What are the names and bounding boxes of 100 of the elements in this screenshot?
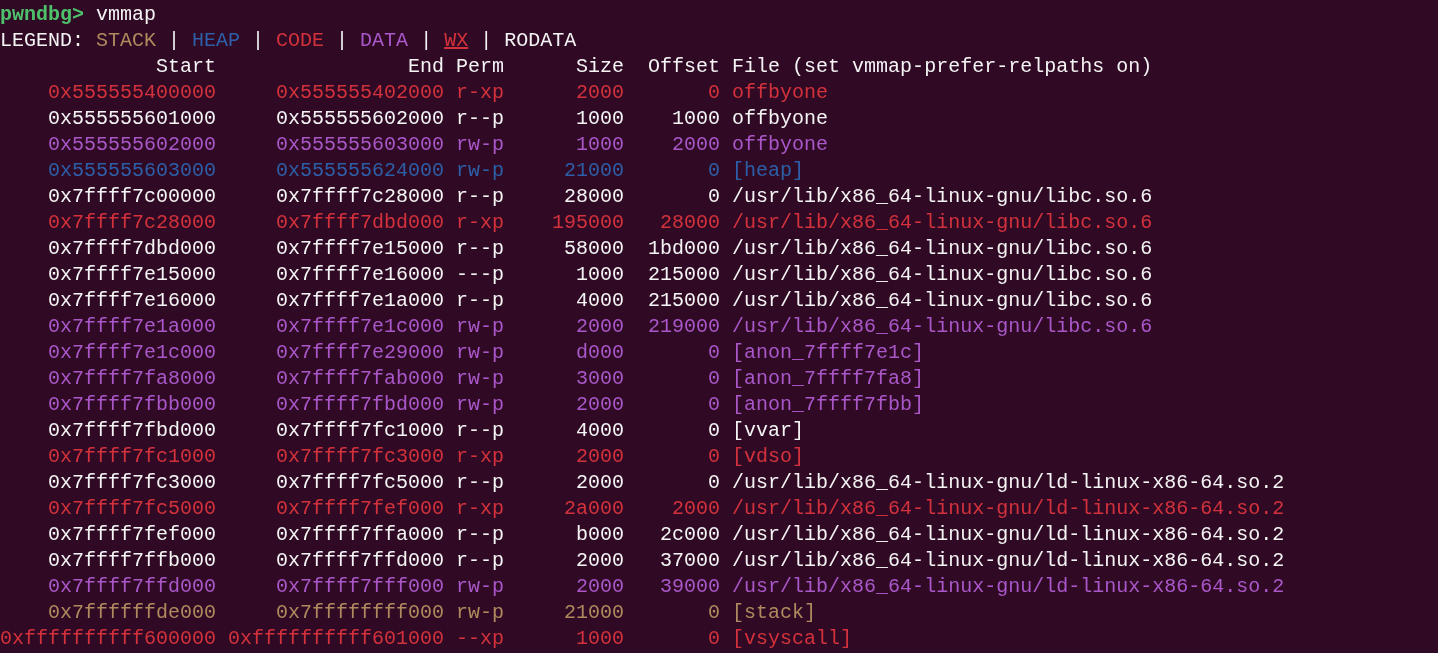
file-path: /usr/lib/x86_64-linux-gnu/ld-linux-x86-64.so.2 [732, 522, 1285, 548]
legend-separator: | [168, 28, 181, 54]
permissions: r--p [456, 548, 506, 574]
offset-value: 0 [707, 470, 721, 496]
end-address: 0x7ffff7c28000 [275, 184, 445, 210]
start-address: 0x7ffff7e1a000 [47, 314, 217, 340]
legend-label: LEGEND: [0, 28, 84, 54]
offset-value: 0 [707, 366, 721, 392]
permissions: r-xp [456, 496, 506, 522]
end-address: 0x7ffff7dbd000 [275, 210, 445, 236]
offset-value: 215000 [647, 288, 721, 314]
size-value: 2000 [575, 314, 625, 340]
size-value: 58000 [563, 236, 625, 262]
file-path: /usr/lib/x86_64-linux-gnu/ld-linux-x86-64.so.2 [732, 470, 1285, 496]
file-path: /usr/lib/x86_64-linux-gnu/ld-linux-x86-64.so.2 [732, 496, 1285, 522]
offset-value: 1bd000 [647, 236, 721, 262]
start-address: 0x7ffff7fbb000 [47, 392, 217, 418]
start-address: 0x555555601000 [47, 106, 217, 132]
offset-value: 0 [707, 418, 721, 444]
size-value: d000 [575, 340, 625, 366]
size-value: b000 [575, 522, 625, 548]
legend-item: DATA [360, 28, 409, 54]
file-path: [vdso] [732, 444, 805, 470]
command-text: vmmap [96, 2, 157, 28]
end-address: 0x7ffff7e1a000 [275, 288, 445, 314]
column-header: Size [575, 54, 625, 80]
size-value: 2000 [575, 80, 625, 106]
permissions: r-xp [456, 444, 506, 470]
offset-value: 28000 [659, 210, 721, 236]
end-address: 0x7ffff7e16000 [275, 262, 445, 288]
file-path: [anon_7ffff7e1c] [732, 340, 925, 366]
file-path: /usr/lib/x86_64-linux-gnu/libc.so.6 [732, 236, 1153, 262]
offset-value: 2c000 [659, 522, 721, 548]
start-address: 0x7ffff7fa8000 [47, 366, 217, 392]
start-address: 0xffffffffff600000 [0, 626, 217, 652]
end-address: 0x555555602000 [275, 106, 445, 132]
offset-value: 0 [707, 340, 721, 366]
size-value: 3000 [575, 366, 625, 392]
offset-value: 0 [707, 158, 721, 184]
permissions: r--p [456, 236, 506, 262]
column-header: Offset [647, 54, 721, 80]
offset-value: 2000 [671, 132, 721, 158]
legend-separator: | [336, 28, 349, 54]
file-path: /usr/lib/x86_64-linux-gnu/ld-linux-x86-64.so.2 [732, 574, 1285, 600]
file-path: /usr/lib/x86_64-linux-gnu/libc.so.6 [732, 314, 1153, 340]
permissions: rw-p [456, 314, 506, 340]
start-address: 0x7ffff7fc3000 [47, 470, 217, 496]
end-address: 0x7ffff7fc3000 [275, 444, 445, 470]
legend-separator: | [480, 28, 493, 54]
offset-value: 1000 [671, 106, 721, 132]
end-address: 0x7ffff7ffd000 [275, 548, 445, 574]
permissions: rw-p [456, 366, 506, 392]
start-address: 0x7ffff7fef000 [47, 522, 217, 548]
size-value: 2000 [575, 392, 625, 418]
start-address: 0x7ffff7fbd000 [47, 418, 217, 444]
end-address: 0x7ffffffff000 [275, 600, 445, 626]
file-path: [anon_7ffff7fbb] [732, 392, 925, 418]
permissions: r--p [456, 184, 506, 210]
end-address: 0x555555624000 [275, 158, 445, 184]
start-address: 0x555555603000 [47, 158, 217, 184]
legend-item: CODE [276, 28, 325, 54]
start-address: 0x7ffff7fc5000 [47, 496, 217, 522]
offset-value: 0 [707, 392, 721, 418]
end-address: 0xffffffffff601000 [227, 626, 445, 652]
offset-value: 39000 [659, 574, 721, 600]
start-address: 0x7ffff7e16000 [47, 288, 217, 314]
end-address: 0x7ffff7fab000 [275, 366, 445, 392]
column-header: File (set vmmap-prefer-relpaths on) [732, 54, 1153, 80]
legend-item: STACK [96, 28, 157, 54]
start-address: 0x7ffff7dbd000 [47, 236, 217, 262]
permissions: r--p [456, 470, 506, 496]
size-value: 21000 [563, 158, 625, 184]
permissions: ---p [456, 262, 506, 288]
file-path: /usr/lib/x86_64-linux-gnu/libc.so.6 [732, 262, 1153, 288]
column-header: End [407, 54, 445, 80]
start-address: 0x7ffff7c28000 [47, 210, 217, 236]
size-value: 195000 [551, 210, 625, 236]
permissions: rw-p [456, 392, 506, 418]
size-value: 1000 [575, 132, 625, 158]
start-address: 0x555555602000 [47, 132, 217, 158]
start-address: 0x7ffff7e15000 [47, 262, 217, 288]
file-path: offbyone [732, 132, 829, 158]
offset-value: 215000 [647, 262, 721, 288]
permissions: r-xp [456, 210, 506, 236]
end-address: 0x7ffff7e29000 [275, 340, 445, 366]
permissions: rw-p [456, 158, 506, 184]
file-path: [vsyscall] [732, 626, 853, 652]
end-address: 0x555555402000 [275, 80, 445, 106]
offset-value: 2000 [671, 496, 721, 522]
permissions: rw-p [456, 574, 506, 600]
permissions: rw-p [456, 132, 506, 158]
start-address: 0x7ffff7ffb000 [47, 548, 217, 574]
permissions: r--p [456, 522, 506, 548]
permissions: --xp [456, 626, 506, 652]
end-address: 0x7ffff7e1c000 [275, 314, 445, 340]
end-address: 0x7ffff7fef000 [275, 496, 445, 522]
shell-prompt: pwndbg> [0, 2, 84, 28]
legend-item: WX [444, 28, 469, 54]
file-path: [heap] [732, 158, 805, 184]
end-address: 0x7ffff7ffa000 [275, 522, 445, 548]
